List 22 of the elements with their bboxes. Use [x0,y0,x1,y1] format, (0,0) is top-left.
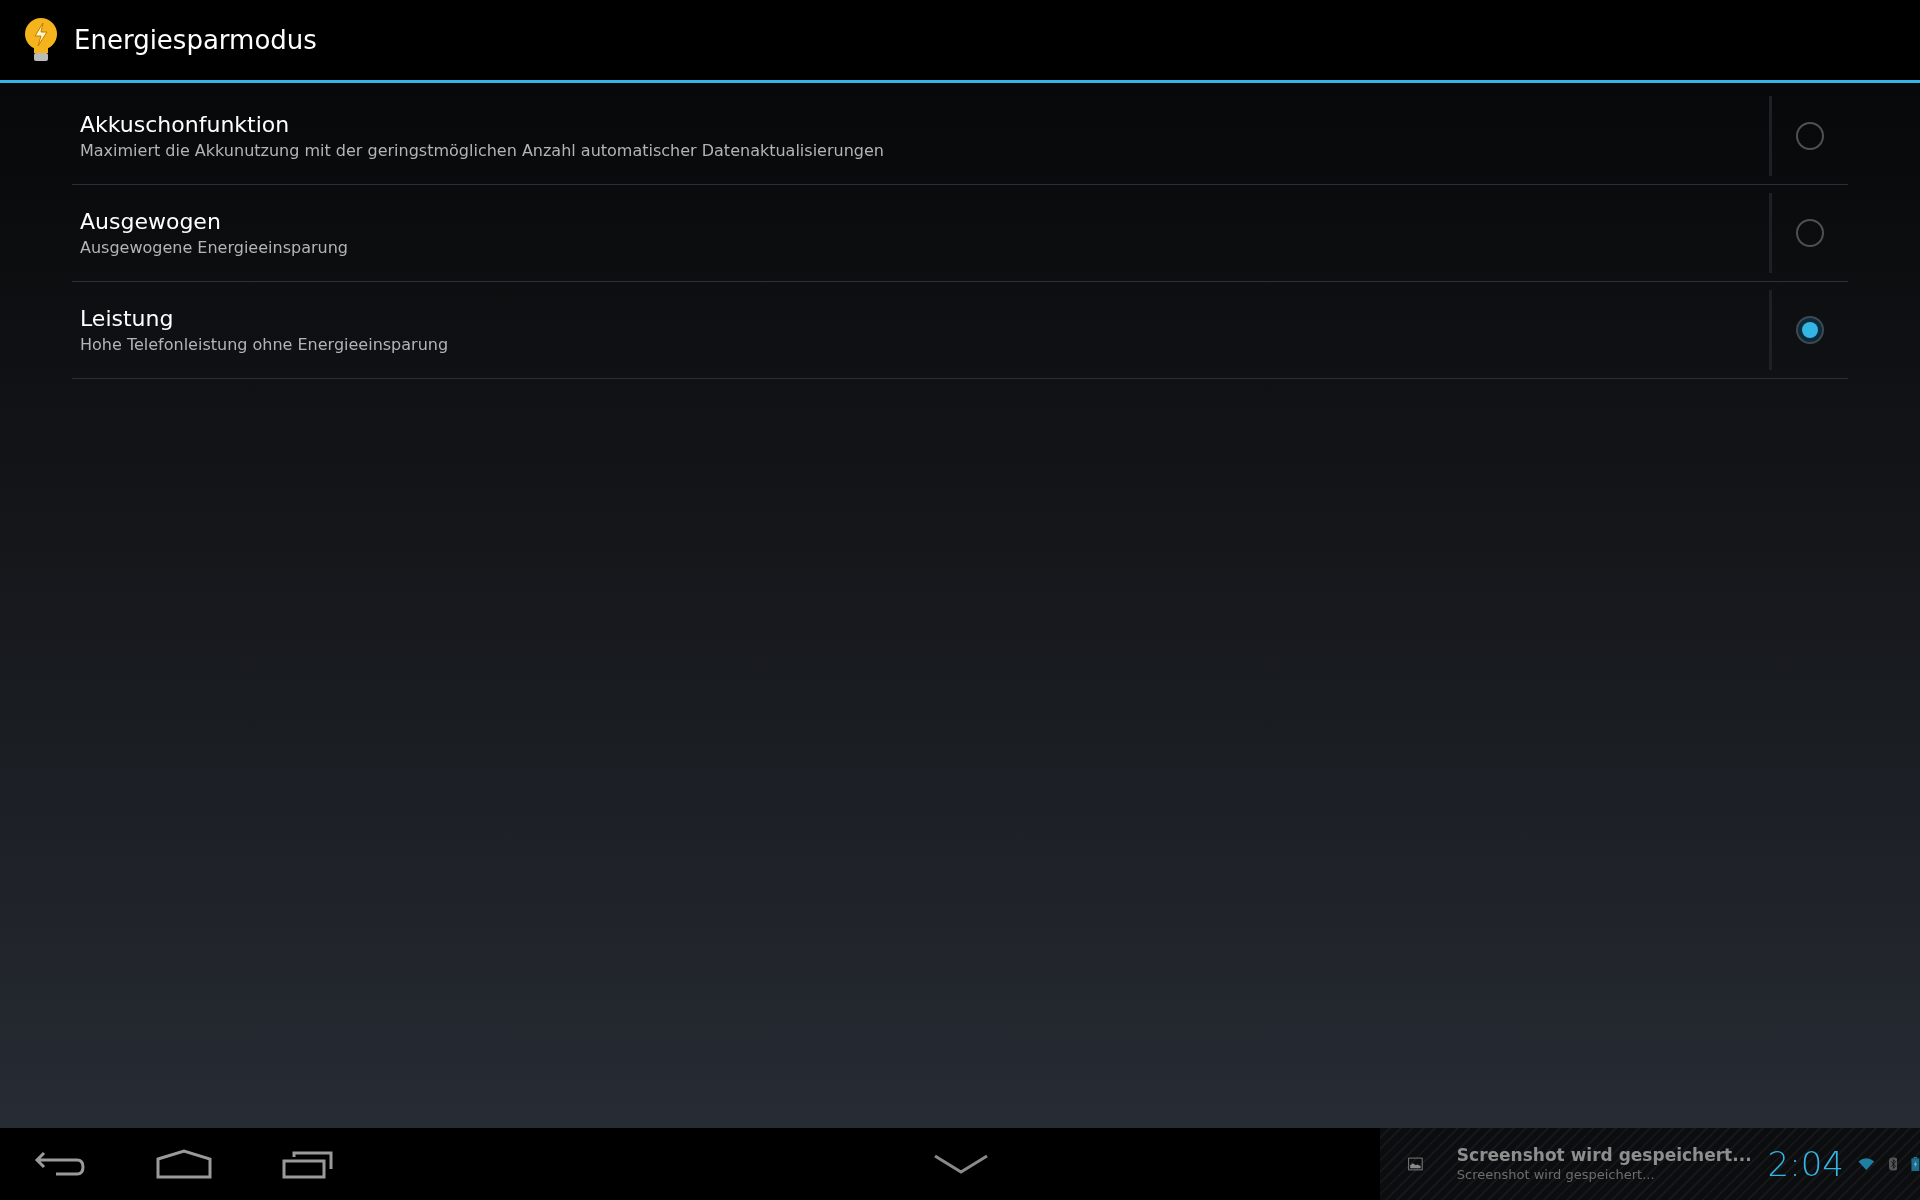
home-icon[interactable] [156,1149,212,1179]
option-row[interactable]: Leistung Hohe Telefonleistung ohne Energieeinsparung [72,282,1848,379]
option-title: Ausgewogen [80,208,222,236]
lightbulb-icon [22,17,60,63]
radio-button[interactable] [1796,122,1824,150]
option-summary: Maximiert die Akkunutzung mit der geringstmöglichen Anzahl automatischer Datenaktualisierungen [80,140,885,162]
option-row[interactable]: Ausgewogen Ausgewogene Energieeinsparung [72,185,1848,282]
clock: 2:04 [1767,1142,1844,1186]
option-summary: Ausgewogene Energieeinsparung [80,237,349,259]
chevron-down-icon[interactable] [933,1152,989,1176]
radio-button[interactable] [1796,219,1824,247]
option-summary: Hohe Telefonleistung ohne Energieeinsparung [80,334,450,356]
notification-area[interactable]: Screenshot wird gespeichert... Screenshot wird gespeichert... 2:04 [1380,1128,1920,1200]
radio-button[interactable] [1796,316,1824,344]
option-title: Akkuschonfunktion [80,111,291,139]
back-icon[interactable] [34,1149,86,1179]
notification-title: Screenshot wird gespeichert... [1456,1145,1752,1167]
screen-title: Energiesparmodus [74,23,317,57]
option-title: Leistung [80,305,175,333]
notification-text: Screenshot wird gespeichert... [1456,1166,1656,1183]
option-row[interactable]: Akkuschonfunktion Maximiert die Akkunutzung mit der geringstmöglichen Anzahl automatischer Datenaktualisierungen [72,88,1848,185]
recent-apps-icon[interactable] [282,1149,334,1179]
